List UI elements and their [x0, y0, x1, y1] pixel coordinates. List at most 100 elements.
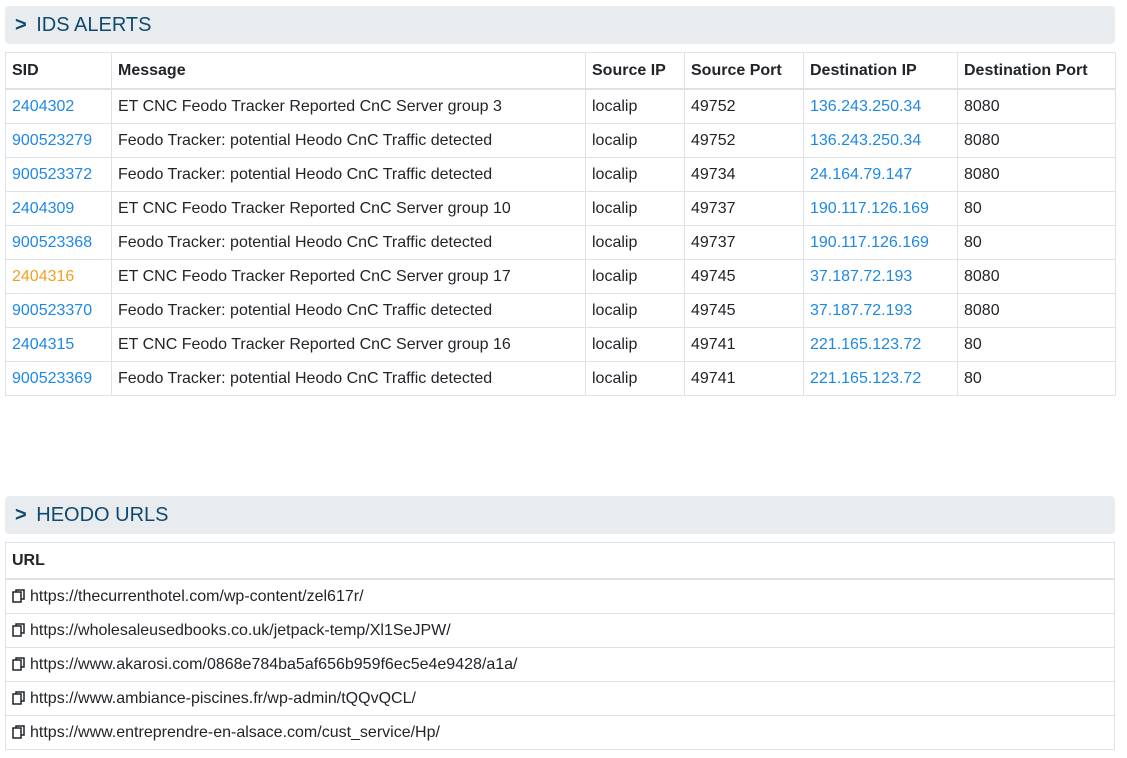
table-row: 2404309 ET CNC Feodo Tracker Reported CnC… [5, 191, 1116, 226]
destination-port: 8080 [957, 293, 1116, 328]
source-ip: localip [585, 157, 685, 192]
table-row: 900523369 Feodo Tracker: potential Heodo … [5, 361, 1116, 396]
table-row: https://www.ambiance-piscines.fr/wp-admi… [5, 681, 1115, 716]
column-header-destination-ip: Destination IP [803, 52, 958, 90]
alert-message: Feodo Tracker: potential Heodo CnC Traff… [111, 293, 586, 328]
ids-table-header-row: SID Message Source IP Source Port Destin… [5, 52, 1116, 90]
table-row: 900523368 Feodo Tracker: potential Heodo … [5, 225, 1116, 260]
url-cell: https://www.entreprendre-en-alsace.com/c… [5, 715, 1115, 750]
ids-table-body: 2404302 ET CNC Feodo Tracker Reported CnC… [5, 88, 1116, 396]
copy-icon[interactable] [12, 656, 26, 671]
url-text: https://www.akarosi.com/0868e784ba5af656… [30, 655, 518, 673]
source-port: 49752 [684, 88, 804, 124]
source-ip: localip [585, 259, 685, 294]
source-port: 49752 [684, 123, 804, 158]
destination-ip-link[interactable]: 190.117.126.169 [803, 225, 958, 260]
url-cell: https://www.ambiance-piscines.fr/wp-admi… [5, 681, 1115, 716]
alert-message: Feodo Tracker: potential Heodo CnC Traff… [111, 361, 586, 396]
source-ip: localip [585, 327, 685, 362]
sid-link[interactable]: 2404315 [5, 327, 112, 362]
source-port: 49741 [684, 327, 804, 362]
source-ip: localip [585, 361, 685, 396]
destination-port: 8080 [957, 157, 1116, 192]
alert-message: ET CNC Feodo Tracker Reported CnC Server… [111, 327, 586, 362]
destination-ip-link[interactable]: 24.164.79.147 [803, 157, 958, 192]
source-port: 49737 [684, 191, 804, 226]
column-header-source-port: Source Port [684, 52, 804, 90]
url-cell: https://wholesaleusedbooks.co.uk/jetpack… [5, 613, 1115, 648]
column-header-sid: SID [5, 52, 112, 90]
source-port: 49745 [684, 293, 804, 328]
table-row: https://www.entreprendre-en-alsace.com/c… [5, 715, 1115, 750]
source-ip: localip [585, 191, 685, 226]
alert-message: Feodo Tracker: potential Heodo CnC Traff… [111, 157, 586, 192]
alert-message: ET CNC Feodo Tracker Reported CnC Server… [111, 259, 586, 294]
destination-port: 80 [957, 191, 1116, 226]
ids-alerts-header: > IDS ALERTS [5, 6, 1115, 44]
destination-port: 8080 [957, 123, 1116, 158]
url-text: https://www.entreprendre-en-alsace.com/c… [30, 723, 440, 741]
destination-ip-link[interactable]: 136.243.250.34 [803, 123, 958, 158]
sid-link[interactable]: 2404309 [5, 191, 112, 226]
copy-icon[interactable] [12, 622, 26, 637]
table-row: 2404316 ET CNC Feodo Tracker Reported CnC… [5, 259, 1116, 294]
table-row: 900523370 Feodo Tracker: potential Heodo … [5, 293, 1116, 328]
url-text: https://thecurrenthotel.com/wp-content/z… [30, 587, 364, 605]
destination-port: 80 [957, 225, 1116, 260]
source-port: 49734 [684, 157, 804, 192]
destination-ip-link[interactable]: 221.165.123.72 [803, 327, 958, 362]
destination-port: 80 [957, 361, 1116, 396]
sid-link[interactable]: 2404316 [5, 259, 112, 294]
urls-table-body: https://thecurrenthotel.com/wp-content/z… [5, 578, 1115, 750]
alert-message: Feodo Tracker: potential Heodo CnC Traff… [111, 225, 586, 260]
sid-link[interactable]: 900523368 [5, 225, 112, 260]
destination-ip-link[interactable]: 136.243.250.34 [803, 88, 958, 124]
table-row: 2404302 ET CNC Feodo Tracker Reported CnC… [5, 88, 1116, 124]
heodo-urls-header: > HEODO URLS [5, 496, 1115, 534]
sid-link[interactable]: 900523372 [5, 157, 112, 192]
sid-link[interactable]: 900523279 [5, 123, 112, 158]
table-row: https://thecurrenthotel.com/wp-content/z… [5, 578, 1115, 614]
column-header-url: URL [5, 542, 1115, 580]
destination-port: 80 [957, 327, 1116, 362]
sid-link[interactable]: 900523370 [5, 293, 112, 328]
table-row: 2404315 ET CNC Feodo Tracker Reported CnC… [5, 327, 1116, 362]
copy-icon[interactable] [12, 588, 26, 603]
caret-icon: > [15, 504, 27, 526]
heodo-urls-table: URL https://thecurrenthotel.com/wp-conte… [5, 542, 1115, 750]
url-text: https://www.ambiance-piscines.fr/wp-admi… [30, 689, 416, 707]
source-ip: localip [585, 225, 685, 260]
column-header-message: Message [111, 52, 586, 90]
ids-alerts-table: SID Message Source IP Source Port Destin… [5, 52, 1116, 396]
destination-ip-link[interactable]: 221.165.123.72 [803, 361, 958, 396]
url-cell: https://www.akarosi.com/0868e784ba5af656… [5, 647, 1115, 682]
table-row: https://wholesaleusedbooks.co.uk/jetpack… [5, 613, 1115, 648]
destination-ip-link[interactable]: 37.187.72.193 [803, 293, 958, 328]
url-text: https://wholesaleusedbooks.co.uk/jetpack… [30, 621, 451, 639]
heodo-urls-title: HEODO URLS [36, 504, 169, 526]
destination-ip-link[interactable]: 37.187.72.193 [803, 259, 958, 294]
copy-icon[interactable] [12, 690, 26, 705]
alert-message: ET CNC Feodo Tracker Reported CnC Server… [111, 88, 586, 124]
caret-icon: > [15, 14, 27, 36]
copy-icon[interactable] [12, 724, 26, 739]
column-header-source-ip: Source IP [585, 52, 685, 90]
source-ip: localip [585, 123, 685, 158]
alert-message: ET CNC Feodo Tracker Reported CnC Server… [111, 191, 586, 226]
urls-table-header-row: URL [5, 542, 1115, 580]
table-row: https://www.akarosi.com/0868e784ba5af656… [5, 647, 1115, 682]
table-row: 900523279 Feodo Tracker: potential Heodo … [5, 123, 1116, 158]
source-port: 49745 [684, 259, 804, 294]
destination-port: 8080 [957, 259, 1116, 294]
page: > IDS ALERTS SID Message Source IP Sourc… [0, 0, 1127, 758]
destination-ip-link[interactable]: 190.117.126.169 [803, 191, 958, 226]
sid-link[interactable]: 2404302 [5, 88, 112, 124]
ids-alerts-title: IDS ALERTS [36, 14, 152, 36]
destination-port: 8080 [957, 88, 1116, 124]
source-ip: localip [585, 88, 685, 124]
column-header-destination-port: Destination Port [957, 52, 1116, 90]
table-row: 900523372 Feodo Tracker: potential Heodo … [5, 157, 1116, 192]
sid-link[interactable]: 900523369 [5, 361, 112, 396]
source-ip: localip [585, 293, 685, 328]
alert-message: Feodo Tracker: potential Heodo CnC Traff… [111, 123, 586, 158]
